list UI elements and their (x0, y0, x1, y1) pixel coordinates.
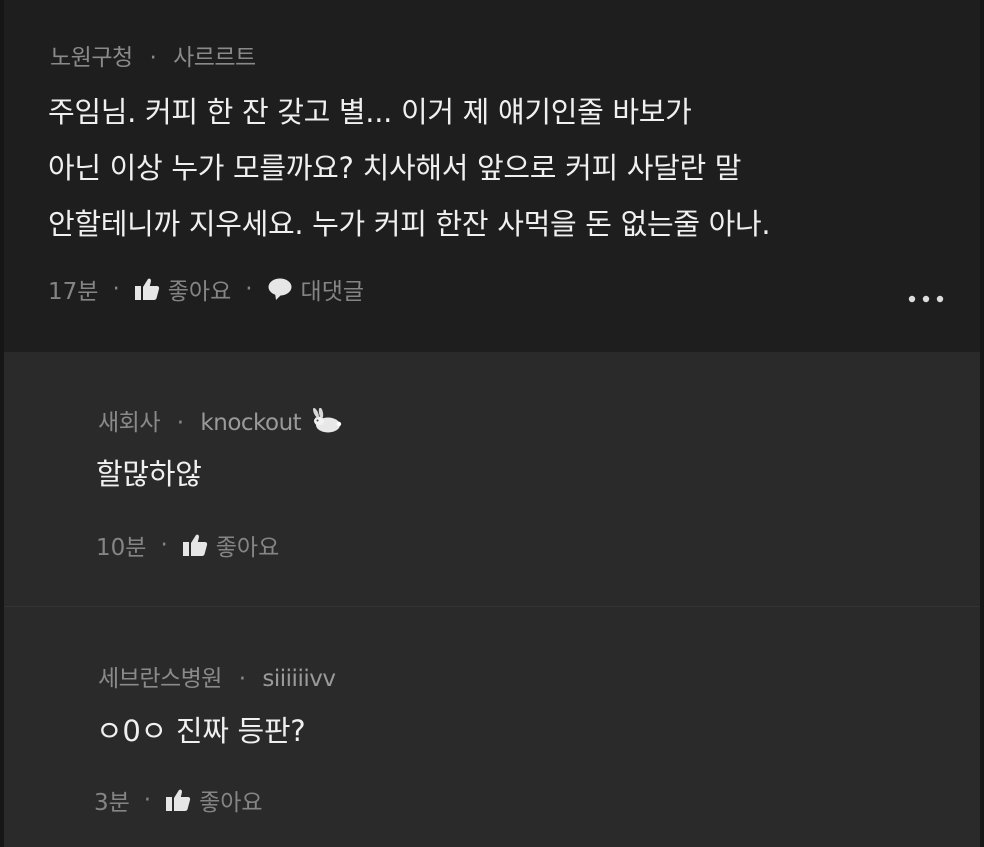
main-comment-line: 아닌 이상 누가 모를까요? 치사해서 앞으로 커피 사달란 말 (48, 151, 742, 185)
rabbit-icon (313, 407, 342, 432)
meta-separator: · (143, 787, 152, 813)
speech-bubble-icon (268, 278, 292, 300)
reply-text: 할많하않 (96, 457, 202, 491)
meta-separator: · (112, 276, 120, 302)
reply-time: 10분 (96, 535, 147, 561)
thumbs-up-icon (166, 789, 191, 811)
comment-thread: 노원구청 · 사르르트 주임님. 커피 한 잔 갖고 별... 이거 제 얘기인… (0, 0, 984, 847)
main-comment-line: 주임님. 커피 한 잔 갖고 별... 이거 제 얘기인줄 바보가 (48, 95, 692, 129)
reply-meta: 새회사 · knockout (98, 403, 344, 437)
more-button[interactable] (906, 290, 946, 309)
reply-meta: 세브란스병원 · siiiiiivv (98, 659, 336, 693)
reply-actions: 3분 · 좋아요 (94, 783, 263, 817)
main-comment-line: 안할테니까 지우세요. 누가 커피 한잔 사먹을 돈 없는줄 아나. (48, 207, 771, 241)
reply-button[interactable]: 대댓글 (267, 272, 364, 306)
like-label: 좋아요 (215, 535, 280, 561)
meta-separator: · (176, 410, 184, 436)
like-label: 좋아요 (167, 279, 232, 305)
reply-text-wrap: ㅇ0ㅇ 진짜 등판? (96, 703, 306, 759)
reply-author[interactable]: 세브란스병원 (98, 666, 222, 692)
reply-label: 대댓글 (300, 279, 365, 305)
reply-time: 3분 (94, 790, 130, 816)
reply-author[interactable]: 새회사 (98, 410, 160, 436)
reply-text: ㅇ0ㅇ 진짜 등판? (96, 714, 306, 748)
like-label: 좋아요 (199, 790, 263, 816)
main-comment-actions: 17분 · 좋아요 · 대댓글 (48, 272, 364, 306)
main-author[interactable]: 노원구청 (50, 45, 133, 71)
meta-separator: · (160, 532, 168, 558)
left-edge (0, 0, 4, 847)
meta-separator: · (238, 666, 246, 692)
main-comment-meta: 노원구청 · 사르르트 (50, 38, 256, 72)
reply-text-wrap: 할많하않 (96, 446, 202, 502)
more-horizontal-icon (908, 295, 944, 303)
main-comment-time: 17분 (48, 279, 99, 305)
like-button[interactable]: 좋아요 (182, 528, 279, 562)
reply-handle[interactable]: siiiiiivv (262, 666, 336, 692)
main-comment-text: 주임님. 커피 한 잔 갖고 별... 이거 제 얘기인줄 바보가 아닌 이상 … (48, 84, 771, 252)
meta-separator: · (149, 45, 157, 71)
reply-handle[interactable]: knockout (200, 410, 301, 436)
thumbs-up-icon (134, 278, 159, 300)
right-edge (980, 0, 984, 847)
like-button[interactable]: 좋아요 (165, 783, 263, 817)
reply-actions: 10분 · 좋아요 (96, 528, 279, 562)
like-button[interactable]: 좋아요 (134, 272, 231, 306)
meta-separator: · (245, 276, 253, 302)
reply-divider (4, 606, 980, 607)
main-handle[interactable]: 사르르트 (173, 45, 256, 71)
thumbs-up-icon (182, 534, 207, 556)
